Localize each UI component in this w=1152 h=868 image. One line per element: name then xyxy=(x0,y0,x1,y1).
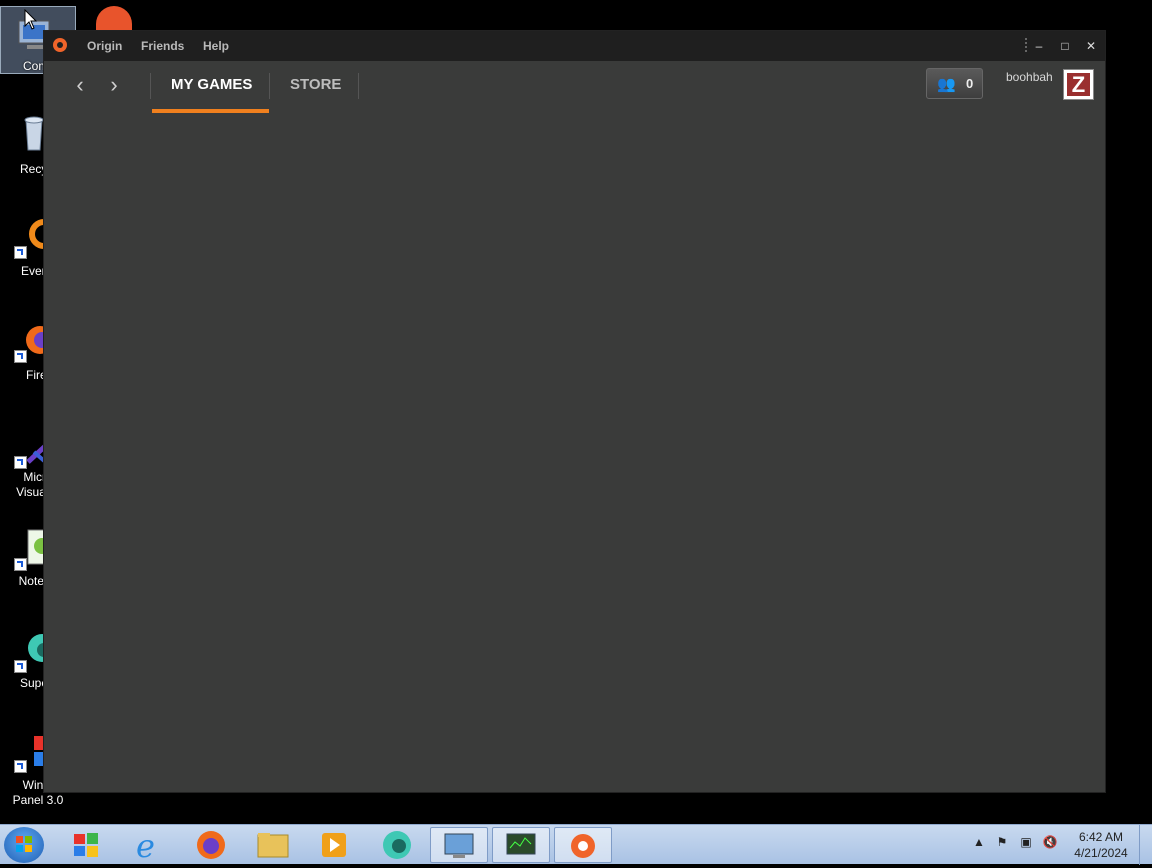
menu-origin[interactable]: Origin xyxy=(87,39,122,53)
main-content xyxy=(44,116,1105,792)
friends-list-button[interactable]: 👥 0 xyxy=(926,68,983,99)
taskbar-windows-app[interactable] xyxy=(58,827,116,863)
taskbar-superr[interactable] xyxy=(368,827,426,863)
clock-date: 4/21/2024 xyxy=(1074,846,1128,860)
volume-muted-icon[interactable]: 🔇 xyxy=(1042,835,1058,851)
resize-grip xyxy=(1025,38,1029,52)
tab-my-games[interactable]: MY GAMES xyxy=(171,76,252,93)
shortcut-arrow-icon xyxy=(14,660,27,673)
origin-desktop-icon[interactable] xyxy=(96,6,132,30)
clock-time: 6:42 AM xyxy=(1078,830,1124,844)
windows-flag-icon xyxy=(74,833,98,857)
superr-icon xyxy=(383,831,411,859)
folder-icon xyxy=(257,833,289,858)
taskbar-file-explorer[interactable] xyxy=(244,827,302,863)
internet-explorer-icon: e xyxy=(136,827,155,865)
show-hidden-icons-icon[interactable]: ▲ xyxy=(971,835,987,851)
divider xyxy=(150,73,151,99)
maximize-button[interactable]: □ xyxy=(1056,37,1074,55)
windows-logo-icon xyxy=(16,836,32,852)
menu-help[interactable]: Help xyxy=(203,39,229,53)
taskbar-internet-explorer[interactable]: e xyxy=(120,827,178,865)
taskbar-task-manager[interactable] xyxy=(492,827,550,863)
avatar[interactable]: Z xyxy=(1063,69,1094,100)
username[interactable]: boohbah xyxy=(1006,70,1053,84)
network-icon[interactable]: ▣ xyxy=(1018,835,1034,851)
origin-logo-icon xyxy=(53,38,67,52)
origin-window: Origin Friends Help – □ ✕ ‹ › MY GAMES S… xyxy=(43,30,1106,793)
show-desktop-button[interactable] xyxy=(1139,825,1152,865)
taskbar-origin[interactable] xyxy=(554,827,612,863)
menu-friends[interactable]: Friends xyxy=(141,39,184,53)
divider xyxy=(358,73,359,99)
control-panel-icon xyxy=(444,833,474,858)
tab-store[interactable]: STORE xyxy=(290,76,341,93)
avatar-letter: Z xyxy=(1071,72,1086,97)
shortcut-arrow-icon xyxy=(14,558,27,571)
svg-text:e: e xyxy=(136,827,155,863)
taskbar-firefox[interactable] xyxy=(182,827,240,863)
taskbar-media-player[interactable] xyxy=(306,827,364,863)
shortcut-arrow-icon xyxy=(14,246,27,259)
taskbar: e ▲ ⚑ ▣ 🔇 6:42 AM 4/21/2024 xyxy=(0,824,1152,865)
nav-bar: ‹ › MY GAMES STORE 👥 0 boohbah Z xyxy=(44,61,1105,116)
shortcut-arrow-icon xyxy=(14,760,27,773)
friends-count: 0 xyxy=(966,76,974,91)
system-clock[interactable]: 6:42 AM 4/21/2024 xyxy=(1064,829,1138,861)
active-tab-indicator xyxy=(152,109,269,113)
minimize-button[interactable]: – xyxy=(1030,37,1048,55)
firefox-icon xyxy=(197,831,225,859)
title-bar[interactable]: Origin Friends Help – □ ✕ xyxy=(44,31,1105,61)
taskbar-control-panel[interactable] xyxy=(430,827,488,863)
mouse-cursor-icon xyxy=(24,9,38,30)
shortcut-arrow-icon xyxy=(14,456,27,469)
origin-logo-icon xyxy=(571,834,595,858)
people-icon: 👥 xyxy=(937,76,956,93)
close-button[interactable]: ✕ xyxy=(1082,37,1100,55)
action-center-flag-icon[interactable]: ⚑ xyxy=(994,835,1010,851)
start-button[interactable] xyxy=(4,827,44,863)
divider xyxy=(269,73,270,99)
shortcut-arrow-icon xyxy=(14,350,27,363)
task-manager-icon xyxy=(506,833,536,855)
back-arrow-icon[interactable]: ‹ xyxy=(70,74,90,96)
media-player-icon xyxy=(322,833,346,857)
forward-arrow-icon[interactable]: › xyxy=(104,74,124,96)
